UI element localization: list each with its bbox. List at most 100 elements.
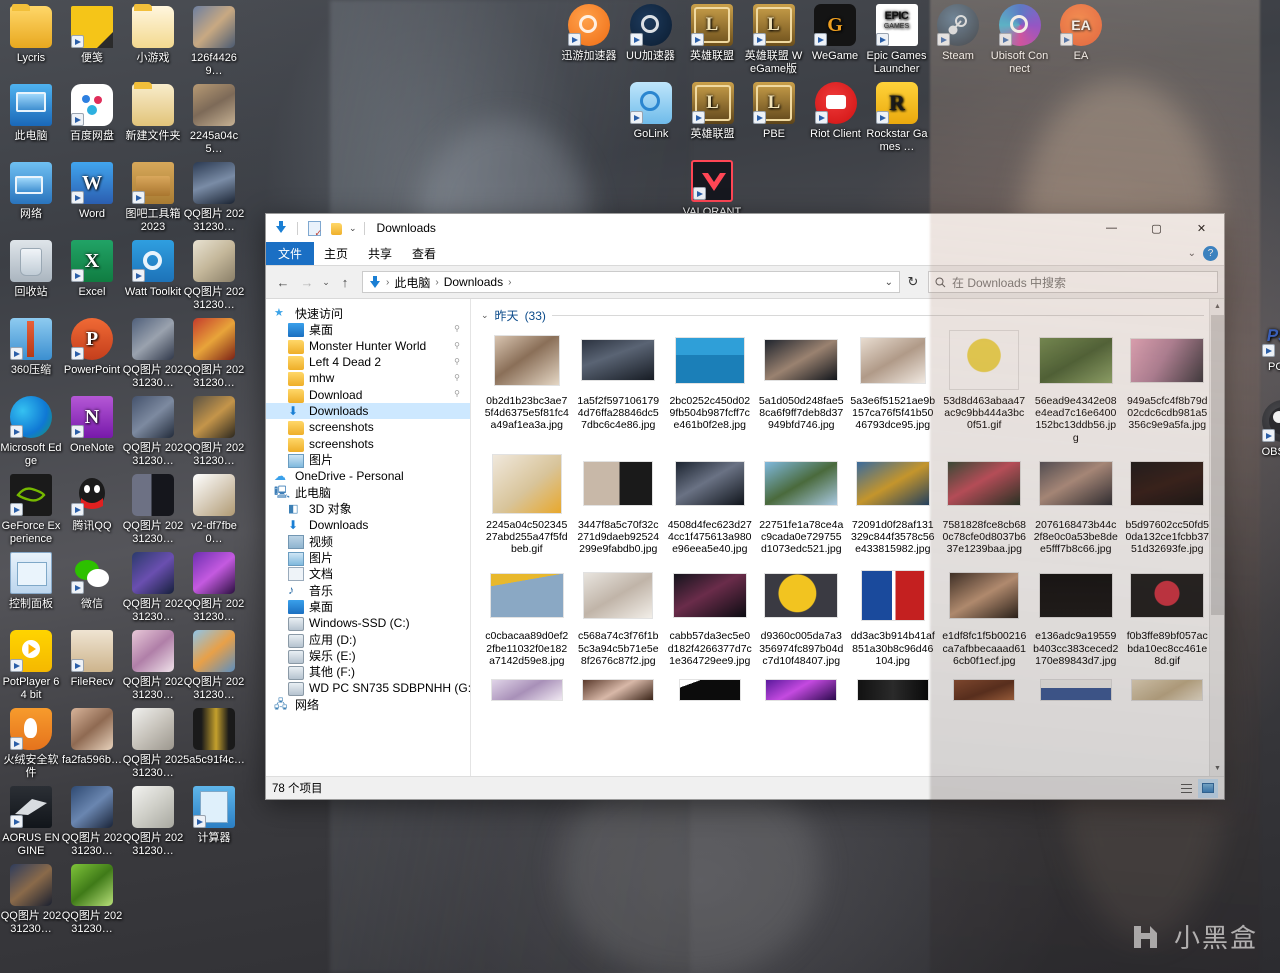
desktop-icon-photo-g[interactable]: QQ图片 20231230…	[122, 396, 184, 467]
desktop-icon-ea[interactable]: EA EA	[1050, 4, 1112, 63]
sidebar-item-screenshots[interactable]: screenshots	[266, 435, 470, 452]
file-grid[interactable]: 0b2d1b23bc3ae75f4d6375e5f81fc4a49af1ea3a…	[481, 328, 1224, 675]
vertical-scrollbar[interactable]: ▲ ▼	[1209, 299, 1224, 776]
desktop-icon-wegame[interactable]: G WeGame	[804, 4, 866, 63]
file-tile[interactable]: e136adc9a19559b403cc383ceced2170e89843d7…	[1030, 563, 1122, 675]
sidebar-item-[interactable]: ♪ 音乐	[266, 582, 470, 598]
desktop-icon-sticky-notes[interactable]: 便笺	[61, 6, 123, 65]
desktop-icon-toolbox[interactable]: 图吧工具箱 2023	[122, 162, 184, 233]
sidebar-item-monster-hunter-world[interactable]: Monster Hunter World ⚲	[266, 338, 470, 354]
sidebar-item-wd-pc-sn735-sdbpnhh-g[interactable]: WD PC SN735 SDBPNHH (G:)	[266, 680, 470, 697]
properties-icon[interactable]	[305, 219, 323, 239]
file-tile[interactable]: 56ead9e4342e08e4ead7c16e6400152bc13ddb56…	[1030, 328, 1122, 452]
minimize-button[interactable]: —	[1089, 214, 1134, 242]
ribbon-tab-bar[interactable]: 文件 主页 共享 查看 ⌄ ?	[266, 242, 1224, 266]
desktop-icon-photo-i[interactable]: QQ图片 20231230…	[122, 474, 184, 545]
desktop-icon-edge[interactable]: Microsoft Edge	[0, 396, 62, 467]
desktop-icon-photo-u[interactable]: QQ图片 20231230…	[61, 864, 123, 935]
file-tile[interactable]: c0cbacaa89d0ef22fbe11032f0e182a7142d59e8…	[481, 563, 573, 675]
downloads-icon[interactable]	[272, 219, 290, 237]
chevron-down-icon[interactable]: ⌄	[481, 310, 489, 321]
desktop-icon-baidu-netdisk[interactable]: 百度网盘	[61, 84, 123, 143]
desktop-icon-filerecv[interactable]: FileRecv	[61, 630, 123, 689]
file-tile-partial[interactable]	[1122, 677, 1214, 706]
desktop-icon-folder-user[interactable]: Lycris	[0, 4, 62, 65]
details-view-button[interactable]	[1176, 779, 1196, 798]
customize-toolbar-caret-icon[interactable]: ⌄	[349, 223, 357, 234]
sidebar-item-f[interactable]: 其他 (F:)	[266, 664, 470, 681]
file-tile[interactable]: 5a3e6f51521ae9b157ca76f5f41b5046793dce95…	[847, 328, 939, 452]
file-tile[interactable]: 7581828fce8cb680c78cfe0d8037b637e1239baa…	[939, 452, 1031, 564]
address-bar[interactable]: › 此电脑 › Downloads › ⌄	[362, 271, 900, 293]
file-tile[interactable]: cabb57da3ec5e0d182f4266377d7c1e364729ee9…	[664, 563, 756, 675]
sidebar-item-[interactable]: 视频	[266, 533, 470, 549]
desktop-icon-geforce[interactable]: GeForce Experience	[0, 474, 62, 545]
sidebar-item-e[interactable]: 娱乐 (E:)	[266, 647, 470, 664]
pin-icon[interactable]: ⚲	[454, 373, 460, 382]
sidebar-item-[interactable]: 图片	[266, 549, 470, 566]
desktop-icon-lol-wegame[interactable]: L 英雄联盟 WeGame版	[743, 4, 805, 75]
desktop-icon-photo-l[interactable]: QQ图片 20231230…	[183, 552, 245, 623]
scrollbar-thumb[interactable]	[1211, 315, 1224, 615]
pin-icon[interactable]: ⚲	[454, 341, 460, 350]
file-tile[interactable]: 0b2d1b23bc3ae75f4d6375e5f81fc4a49af1ea3a…	[481, 328, 573, 452]
file-tile[interactable]: b5d97602cc50fd50da132ce1fcbb3751d32693fe…	[1122, 452, 1214, 564]
window-titlebar[interactable]: ⌄ Downloads — ▢ ✕	[266, 214, 1224, 242]
file-tile-partial[interactable]	[664, 677, 756, 706]
sidebar-item-[interactable]: 文档	[266, 566, 470, 582]
file-tile[interactable]: 3447f8a5c70f32c271d9daeb92524299e9fabdb0…	[573, 452, 665, 564]
breadcrumb-this-pc[interactable]: 此电脑	[392, 274, 432, 291]
up-button[interactable]: ↑	[334, 271, 356, 293]
file-tile[interactable]: dd3ac3b914b41af851a30b8c96d46104.jpg	[847, 563, 939, 675]
desktop-icon-photo-r[interactable]: QQ图片 20231230…	[61, 786, 123, 857]
desktop-icon-photo-p[interactable]: QQ图片 20231230…	[122, 708, 184, 779]
desktop-icon-photo-t[interactable]: QQ图片 20231230…	[0, 864, 62, 935]
desktop-icon-photo-s[interactable]: QQ图片 20231230…	[122, 786, 184, 857]
sidebar-item-mhw[interactable]: mhw ⚲	[266, 370, 470, 387]
file-tile[interactable]: 53d8d463abaa47ac9c9bb444a3bc0f51.gif	[939, 328, 1031, 452]
desktop-icon-control-panel[interactable]: 控制面板	[0, 552, 62, 611]
desktop-icon-xunyou[interactable]: 迅游加速器	[558, 4, 620, 63]
desktop-icon-photo-m[interactable]: QQ图片 20231230…	[122, 630, 184, 701]
desktop-icon-riot[interactable]: Riot Client	[805, 82, 867, 141]
sidebar-item-[interactable]: 🖳 此电脑	[266, 484, 470, 500]
desktop-icon-photo-e[interactable]: QQ图片 20231230…	[122, 318, 184, 389]
sidebar-item-windows-ssd-c[interactable]: Windows-SSD (C:)	[266, 615, 470, 632]
desktop-icon-photo-c[interactable]: QQ图片 20231230…	[183, 162, 245, 233]
file-tile[interactable]: f0b3ffe89bf057acbda10ec8cc461e8d.gif	[1122, 563, 1214, 675]
recent-locations-icon[interactable]: ⌄	[320, 271, 332, 293]
desktop-icon-photo-b[interactable]: 2245a04c5…	[183, 84, 245, 155]
window-controls[interactable]: — ▢ ✕	[1089, 214, 1224, 242]
sidebar-item-[interactable]: 🖧 网络	[266, 696, 470, 712]
desktop-icon-lol[interactable]: L 英雄联盟	[681, 4, 743, 63]
desktop-icon-excel[interactable]: X Excel	[61, 240, 123, 299]
file-tile-partial[interactable]	[1030, 677, 1122, 706]
desktop-icon-onenote[interactable]: N OneNote	[61, 396, 123, 455]
sidebar-item-3d[interactable]: ◧ 3D 对象	[266, 501, 470, 517]
file-list-content[interactable]: ⌄ 昨天 (33) 0b2d1b23bc3ae75f4d6375e5f81fc4…	[471, 299, 1224, 776]
back-button[interactable]: ←	[272, 271, 294, 293]
desktop-icon-pbe[interactable]: L PBE	[743, 82, 805, 141]
sidebar-item-[interactable]: 图片	[266, 452, 470, 468]
file-tile-partial[interactable]	[481, 677, 573, 706]
desktop-icon-potplayer[interactable]: PotPlayer 64 bit	[0, 630, 62, 701]
refresh-button[interactable]: ↻	[902, 271, 924, 293]
forward-button[interactable]: →	[296, 271, 318, 293]
desktop-icon-photo-q[interactable]: 5a5c91f4c…	[183, 708, 245, 767]
sidebar-item-download[interactable]: Download ⚲	[266, 386, 470, 403]
desktop-icon-folder-open[interactable]: 小游戏	[122, 4, 184, 65]
address-dropdown-icon[interactable]: ⌄	[885, 277, 893, 288]
file-grid-partial-row[interactable]	[481, 677, 1224, 706]
file-tile[interactable]: 949a5cfc4f8b79d02cdc6cdb981a5356c9e9a5fa…	[1122, 328, 1214, 452]
desktop-icon-360zip[interactable]: 360压缩	[0, 318, 62, 377]
desktop-icon-folder-open2[interactable]: 新建文件夹	[122, 82, 184, 143]
desktop-icon-powerpoint[interactable]: P PowerPoint	[61, 318, 123, 377]
scroll-up-button[interactable]: ▲	[1210, 299, 1224, 314]
file-tile-partial[interactable]	[756, 677, 848, 706]
desktop-icon-obs[interactable]: OBS Stu	[1252, 400, 1280, 459]
desktop-icon-wechat[interactable]: 微信	[61, 552, 123, 611]
desktop-icon-recycle-bin[interactable]: 回收站	[0, 240, 62, 299]
tab-share[interactable]: 共享	[358, 242, 402, 265]
desktop-icon-steam[interactable]: Steam	[927, 4, 989, 63]
desktop-icon-uu-booster[interactable]: UU加速器	[620, 4, 682, 63]
